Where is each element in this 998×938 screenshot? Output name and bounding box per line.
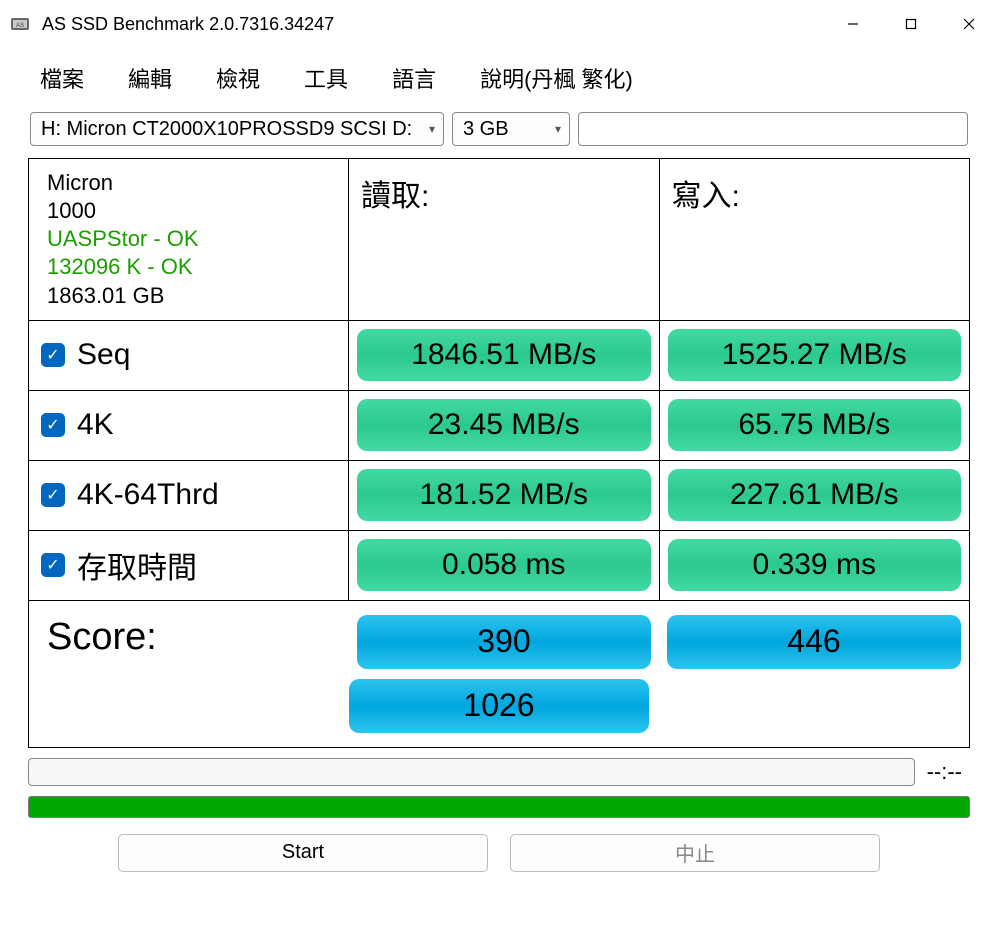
score-row: Score: 390 446 — [29, 601, 969, 675]
4k64-label-cell: ✓ 4K-64Thrd — [29, 461, 349, 530]
menu-view[interactable]: 檢視 — [216, 62, 260, 94]
seq-write-value: 1525.27 MB/s — [668, 329, 962, 381]
read-header: 讀取: — [349, 159, 660, 321]
4k-read-cell: 23.45 MB/s — [349, 391, 660, 460]
controller-status: UASPStor - OK — [47, 225, 334, 253]
size-select[interactable]: 3 GB ▾ — [452, 112, 570, 146]
size-select-value: 3 GB — [463, 118, 509, 141]
4k-checkbox[interactable]: ✓ — [41, 413, 65, 437]
menu-help[interactable]: 說明(丹楓 繁化) — [480, 62, 633, 94]
4k-label-cell: ✓ 4K — [29, 391, 349, 460]
4k64-row: ✓ 4K-64Thrd 181.52 MB/s 227.61 MB/s — [29, 461, 969, 531]
close-button[interactable] — [940, 0, 998, 48]
4k64-write-cell: 227.61 MB/s — [660, 461, 970, 530]
button-row: Start 中止 — [28, 834, 970, 872]
access-label: 存取時間 — [77, 543, 197, 587]
total-score-value: 1026 — [349, 679, 649, 733]
results-panel: Micron 1000 UASPStor - OK 132096 K - OK … — [28, 158, 970, 748]
menubar: 檔案 編輯 檢視 工具 語言 說明(丹楓 繁化) — [0, 48, 998, 108]
menu-language[interactable]: 語言 — [392, 62, 436, 94]
access-row: ✓ 存取時間 0.058 ms 0.339 ms — [29, 531, 969, 601]
seq-row: ✓ Seq 1846.51 MB/s 1525.27 MB/s — [29, 321, 969, 391]
start-button[interactable]: Start — [118, 834, 488, 872]
4k-write-cell: 65.75 MB/s — [660, 391, 970, 460]
seq-label-cell: ✓ Seq — [29, 321, 349, 390]
score-write-value: 446 — [667, 615, 961, 669]
score-write-cell: 446 — [659, 601, 969, 675]
menu-edit[interactable]: 編輯 — [128, 62, 172, 94]
4k64-read-cell: 181.52 MB/s — [349, 461, 660, 530]
window-title: AS SSD Benchmark 2.0.7316.34247 — [42, 14, 824, 35]
seq-read-value: 1846.51 MB/s — [357, 329, 651, 381]
seq-checkbox[interactable]: ✓ — [41, 343, 65, 367]
access-label-cell: ✓ 存取時間 — [29, 531, 349, 600]
elapsed-time: --:-- — [927, 759, 970, 785]
seq-read-cell: 1846.51 MB/s — [349, 321, 660, 390]
score-read-cell: 390 — [349, 601, 659, 675]
svg-text:AS: AS — [16, 23, 24, 29]
chevron-down-icon: ▾ — [555, 122, 561, 136]
minimize-button[interactable] — [824, 0, 882, 48]
4k-row: ✓ 4K 23.45 MB/s 65.75 MB/s — [29, 391, 969, 461]
access-checkbox[interactable]: ✓ — [41, 553, 65, 577]
text-input[interactable] — [578, 112, 968, 146]
status-text-field — [28, 758, 915, 786]
access-read-value: 0.058 ms — [357, 539, 651, 591]
4k-label: 4K — [77, 408, 114, 442]
drive-info: Micron 1000 UASPStor - OK 132096 K - OK … — [29, 159, 349, 321]
access-write-value: 0.339 ms — [668, 539, 962, 591]
toolbar: H: Micron CT2000X10PROSSD9 SCSI D: ▾ 3 G… — [0, 108, 998, 158]
chevron-down-icon: ▾ — [429, 122, 435, 136]
seq-label: Seq — [77, 338, 130, 372]
app-window: AS AS SSD Benchmark 2.0.7316.34247 檔案 編輯… — [0, 0, 998, 938]
alignment-status: 132096 K - OK — [47, 253, 334, 281]
4k64-checkbox[interactable]: ✓ — [41, 483, 65, 507]
score-section: Score: 390 446 1026 — [29, 601, 969, 747]
total-row: 1026 — [29, 675, 969, 747]
window-controls — [824, 0, 998, 48]
progress-row — [28, 796, 970, 818]
access-write-cell: 0.339 ms — [660, 531, 970, 600]
write-header: 寫入: — [660, 159, 970, 321]
header-row: Micron 1000 UASPStor - OK 132096 K - OK … — [29, 159, 969, 321]
titlebar: AS AS SSD Benchmark 2.0.7316.34247 — [0, 0, 998, 48]
abort-button[interactable]: 中止 — [510, 834, 880, 872]
status-row: --:-- — [28, 758, 970, 786]
drive-capacity: 1863.01 GB — [47, 282, 334, 310]
access-read-cell: 0.058 ms — [349, 531, 660, 600]
drive-name: Micron — [47, 169, 334, 197]
maximize-button[interactable] — [882, 0, 940, 48]
4k64-label: 4K-64Thrd — [77, 478, 219, 512]
seq-write-cell: 1525.27 MB/s — [660, 321, 970, 390]
drive-select[interactable]: H: Micron CT2000X10PROSSD9 SCSI D: ▾ — [30, 112, 444, 146]
menu-file[interactable]: 檔案 — [40, 62, 84, 94]
app-icon: AS — [8, 12, 32, 36]
4k-write-value: 65.75 MB/s — [668, 399, 962, 451]
4k-read-value: 23.45 MB/s — [357, 399, 651, 451]
4k64-write-value: 227.61 MB/s — [668, 469, 962, 521]
drive-select-value: H: Micron CT2000X10PROSSD9 SCSI D: — [41, 118, 412, 141]
progress-bar — [28, 796, 970, 818]
score-label: Score: — [29, 601, 349, 675]
score-read-value: 390 — [357, 615, 651, 669]
menu-tools[interactable]: 工具 — [304, 62, 348, 94]
drive-number: 1000 — [47, 197, 334, 225]
4k64-read-value: 181.52 MB/s — [357, 469, 651, 521]
